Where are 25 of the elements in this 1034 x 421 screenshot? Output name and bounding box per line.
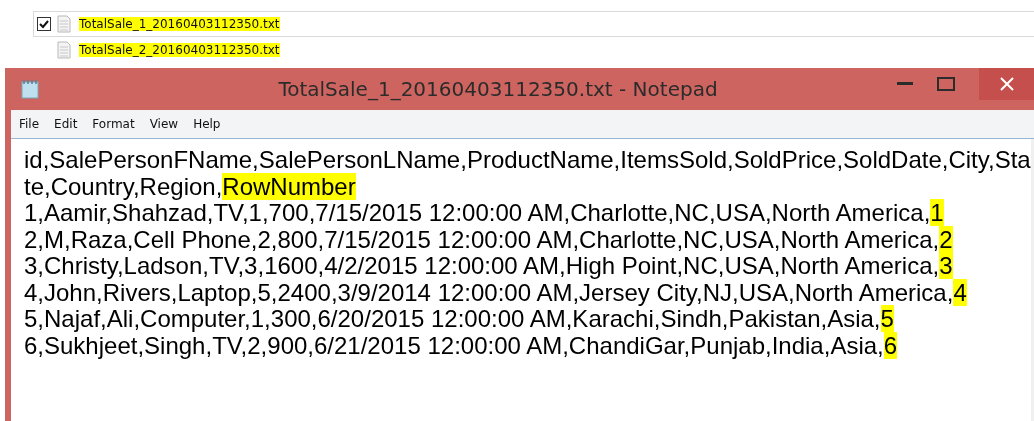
menu-item[interactable]: Format [92, 117, 135, 131]
text-line: 6,Sukhjeet,Singh,TV,2,900,6/21/2015 12:00:00 AM,ChandiGar,Punjab,India,Asia,6 [24, 332, 899, 359]
menu-item[interactable]: Help [193, 117, 221, 131]
text-line: te,Country,Region,RowNumber [24, 173, 356, 200]
explorer-file-row[interactable]: TotalSale_2_20160403112350.txt [33, 37, 1034, 63]
file-name: TotalSale_2_20160403112350.txt [79, 43, 280, 57]
text-file-icon [57, 15, 71, 33]
file-name: TotalSale_1_20160403112350.txt [79, 17, 280, 31]
maximize-icon[interactable] [937, 77, 955, 91]
window-title: TotalSale_1_20160403112350.txt - Notepad [277, 77, 719, 101]
menu-item[interactable]: View [149, 117, 179, 131]
text-line: 3,Christy,Ladson,TV,3,1600,4/2/2015 12:00:00 AM,High Point,NC,USA,North America,3 [24, 253, 954, 280]
text-line: 5,Najaf,Ali,Computer,1,300,6/20/2015 12:00:00 AM,Karachi,Sindh,Pakistan,Asia,5 [24, 306, 895, 333]
menu-item[interactable]: File [19, 117, 40, 131]
text-line: 2,M,Raza,Cell Phone,2,800,7/15/2015 12:00:00 AM,Charlotte,NC,USA,North America,2 [24, 226, 954, 253]
menu-item[interactable]: Edit [54, 117, 78, 131]
text-file-icon [57, 41, 71, 59]
notepad-icon [21, 79, 39, 99]
close-button[interactable] [979, 68, 1034, 100]
close-icon [999, 77, 1014, 91]
text-line: 1,Aamir,Shahzad,TV,1,700,7/15/2015 12:00:00 AM,Charlotte,NC,USA,North America,1 [24, 200, 945, 227]
checkbox[interactable] [37, 17, 51, 31]
explorer-file-row[interactable]: TotalSale_1_20160403112350.txt [33, 11, 1034, 37]
text-line: id,SalePersonFName,SalePersonLName,ProductName,ItemsSold,SoldPrice,SoldDate,City,Sta [24, 147, 1031, 174]
text-line: 4,John,Rivers,Laptop,5,2400,3/9/2014 12:00:00 AM,Jersey City,NJ,USA,North America,4 [24, 279, 968, 306]
